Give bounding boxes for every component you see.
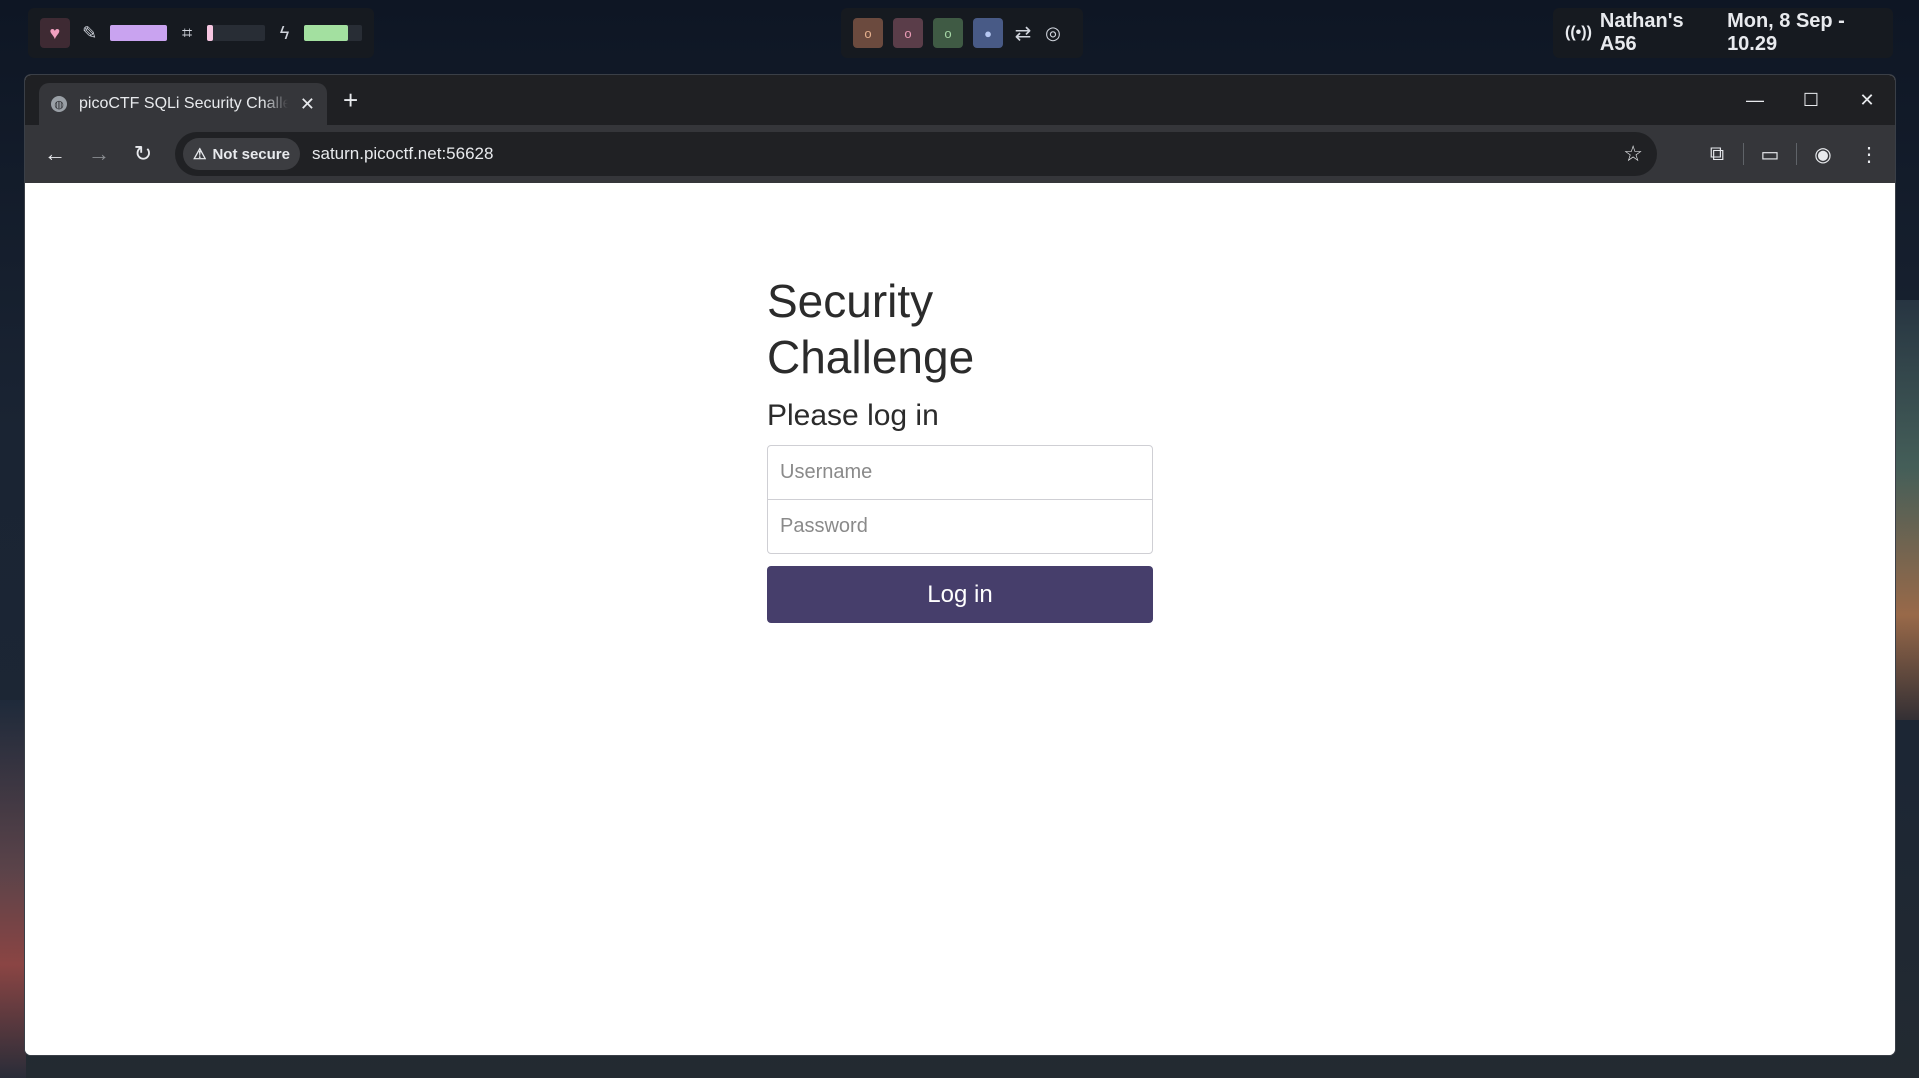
globe-icon: ◍ <box>51 96 67 112</box>
menu-icon[interactable]: ⋮ <box>1849 142 1889 167</box>
pen-icon: ✎ <box>82 22 98 43</box>
username-input[interactable] <box>767 445 1153 500</box>
login-subtitle: Please log in <box>767 399 939 432</box>
pen-level-fill <box>109 25 168 41</box>
heart-icon[interactable]: ♥ <box>40 18 70 48</box>
security-label: Not secure <box>212 145 290 163</box>
status-bar-left: ♥ ✎ ⌗ ϟ <box>28 8 374 58</box>
maximize-icon[interactable]: ☐ <box>1783 75 1839 125</box>
pen-level-bar <box>109 25 168 41</box>
network-name[interactable]: Nathan's A56 <box>1600 10 1711 56</box>
profile-icon[interactable]: ◉ <box>1797 142 1849 167</box>
security-indicator[interactable]: ⚠ Not secure <box>183 138 300 170</box>
tab-title: picoCTF SQLi Security Challenge <box>79 95 288 112</box>
cpu-icon: ⌗ <box>182 22 193 43</box>
battery-bar <box>304 25 362 41</box>
workspace-2[interactable]: o <box>893 18 923 48</box>
browser-toolbar: ← → ↻ ⚠ Not secure saturn.picoctf.net:56… <box>25 125 1895 183</box>
login-button[interactable]: Log in <box>767 566 1153 623</box>
extensions-icon[interactable]: ⧉ <box>1691 143 1743 166</box>
clock[interactable]: Mon, 8 Sep - 10.29 <box>1727 10 1881 56</box>
browser-window: ◍ picoCTF SQLi Security Challenge ✕ + — … <box>25 75 1895 1055</box>
minimize-icon[interactable]: — <box>1727 75 1783 125</box>
password-input[interactable] <box>767 499 1153 554</box>
bookmark-star-icon[interactable]: ☆ <box>1623 141 1643 167</box>
toolbar-actions: ⧉ ▭ ◉ ⋮ <box>1691 132 1889 176</box>
cpu-usage-fill <box>207 25 213 41</box>
login-form: Security Challenge Please log in Log in <box>767 273 1153 623</box>
tab-strip: ◍ picoCTF SQLi Security Challenge ✕ + — … <box>25 75 1895 125</box>
battery-fill <box>304 25 348 41</box>
cast-search-icon[interactable]: ▭ <box>1744 142 1796 167</box>
address-bar[interactable]: ⚠ Not secure saturn.picoctf.net:56628 ☆ <box>175 132 1657 176</box>
cpu-usage-bar <box>207 25 265 41</box>
close-tab-icon[interactable]: ✕ <box>300 94 315 115</box>
close-window-icon[interactable]: ✕ <box>1839 75 1895 125</box>
tab-active[interactable]: ◍ picoCTF SQLi Security Challenge ✕ <box>39 83 327 125</box>
swap-icon[interactable]: ⇄ <box>1013 21 1033 46</box>
workspace-1[interactable]: o <box>853 18 883 48</box>
status-bar-right: ((•)) Nathan's A56 Mon, 8 Sep - 10.29 <box>1553 8 1893 58</box>
back-icon[interactable]: ← <box>33 132 77 176</box>
warning-icon: ⚠ <box>193 146 207 163</box>
wallpaper-detail <box>0 700 26 1078</box>
workspace-4[interactable]: ● <box>973 18 1003 48</box>
bolt-icon: ϟ <box>279 22 290 43</box>
forward-icon[interactable]: → <box>77 132 121 176</box>
page-content: Security Challenge Please log in Log in <box>25 183 1895 1055</box>
chrome-icon[interactable]: ◎ <box>1043 23 1063 44</box>
window-controls: — ☐ ✕ <box>1727 75 1895 125</box>
reload-icon[interactable]: ↻ <box>121 132 165 176</box>
url-text[interactable]: saturn.picoctf.net:56628 <box>312 144 493 164</box>
workspace-3[interactable]: o <box>933 18 963 48</box>
page-title: Security Challenge <box>767 275 975 383</box>
new-tab-button[interactable]: + <box>343 85 358 116</box>
workspace-switcher: o o o ● ⇄ ◎ <box>841 8 1083 58</box>
wifi-icon[interactable]: ((•)) <box>1565 24 1592 42</box>
